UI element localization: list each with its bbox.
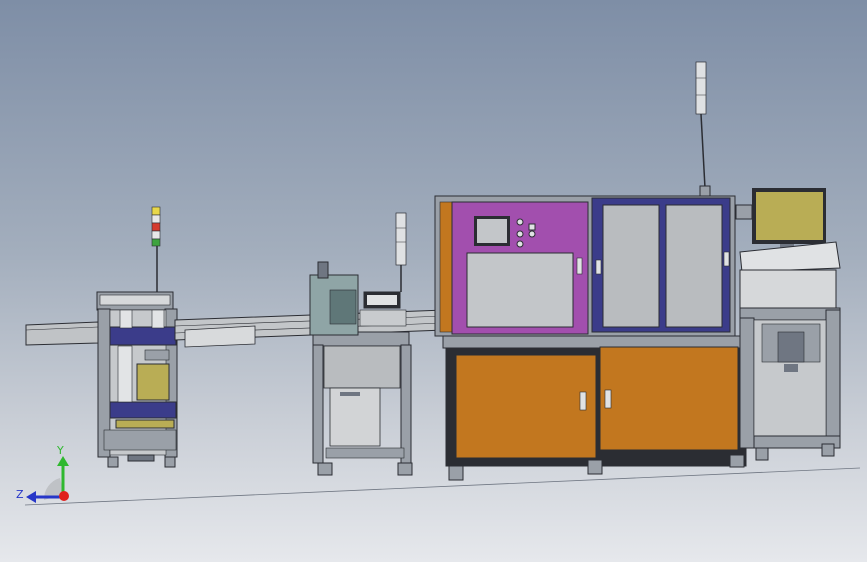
y-axis-arrow: [57, 456, 69, 466]
monitor-screen: [756, 192, 823, 240]
main-cabinet[interactable]: [434, 195, 747, 481]
lower-door-right: [599, 346, 739, 451]
x-axis-dot: [59, 491, 69, 501]
panel-button-2: [516, 230, 524, 238]
left-band-bottom: [109, 401, 177, 419]
z-axis-label: Z: [16, 488, 24, 501]
left-conveyor: [25, 321, 99, 346]
lower-door-left: [455, 354, 597, 459]
left-band-top: [109, 326, 177, 346]
hmi-screen: [477, 219, 507, 243]
left-station[interactable]: [25, 291, 178, 468]
z-axis-arrow: [26, 491, 36, 503]
right-tower: [695, 61, 711, 197]
right-station[interactable]: [735, 188, 841, 461]
left-tower: [151, 206, 161, 292]
middle-station[interactable]: [309, 261, 413, 476]
floor-line: [24, 467, 861, 506]
cad-viewport[interactable]: Y Z: [0, 0, 867, 562]
magenta-window: [466, 252, 574, 328]
panel-button-1: [516, 218, 524, 226]
axis-triad: Y Z: [16, 444, 69, 503]
y-axis-label: Y: [56, 444, 64, 457]
left-olive-block: [136, 363, 170, 401]
mid-tower: [395, 212, 407, 292]
assembly-drawing: Y Z: [16, 61, 861, 506]
